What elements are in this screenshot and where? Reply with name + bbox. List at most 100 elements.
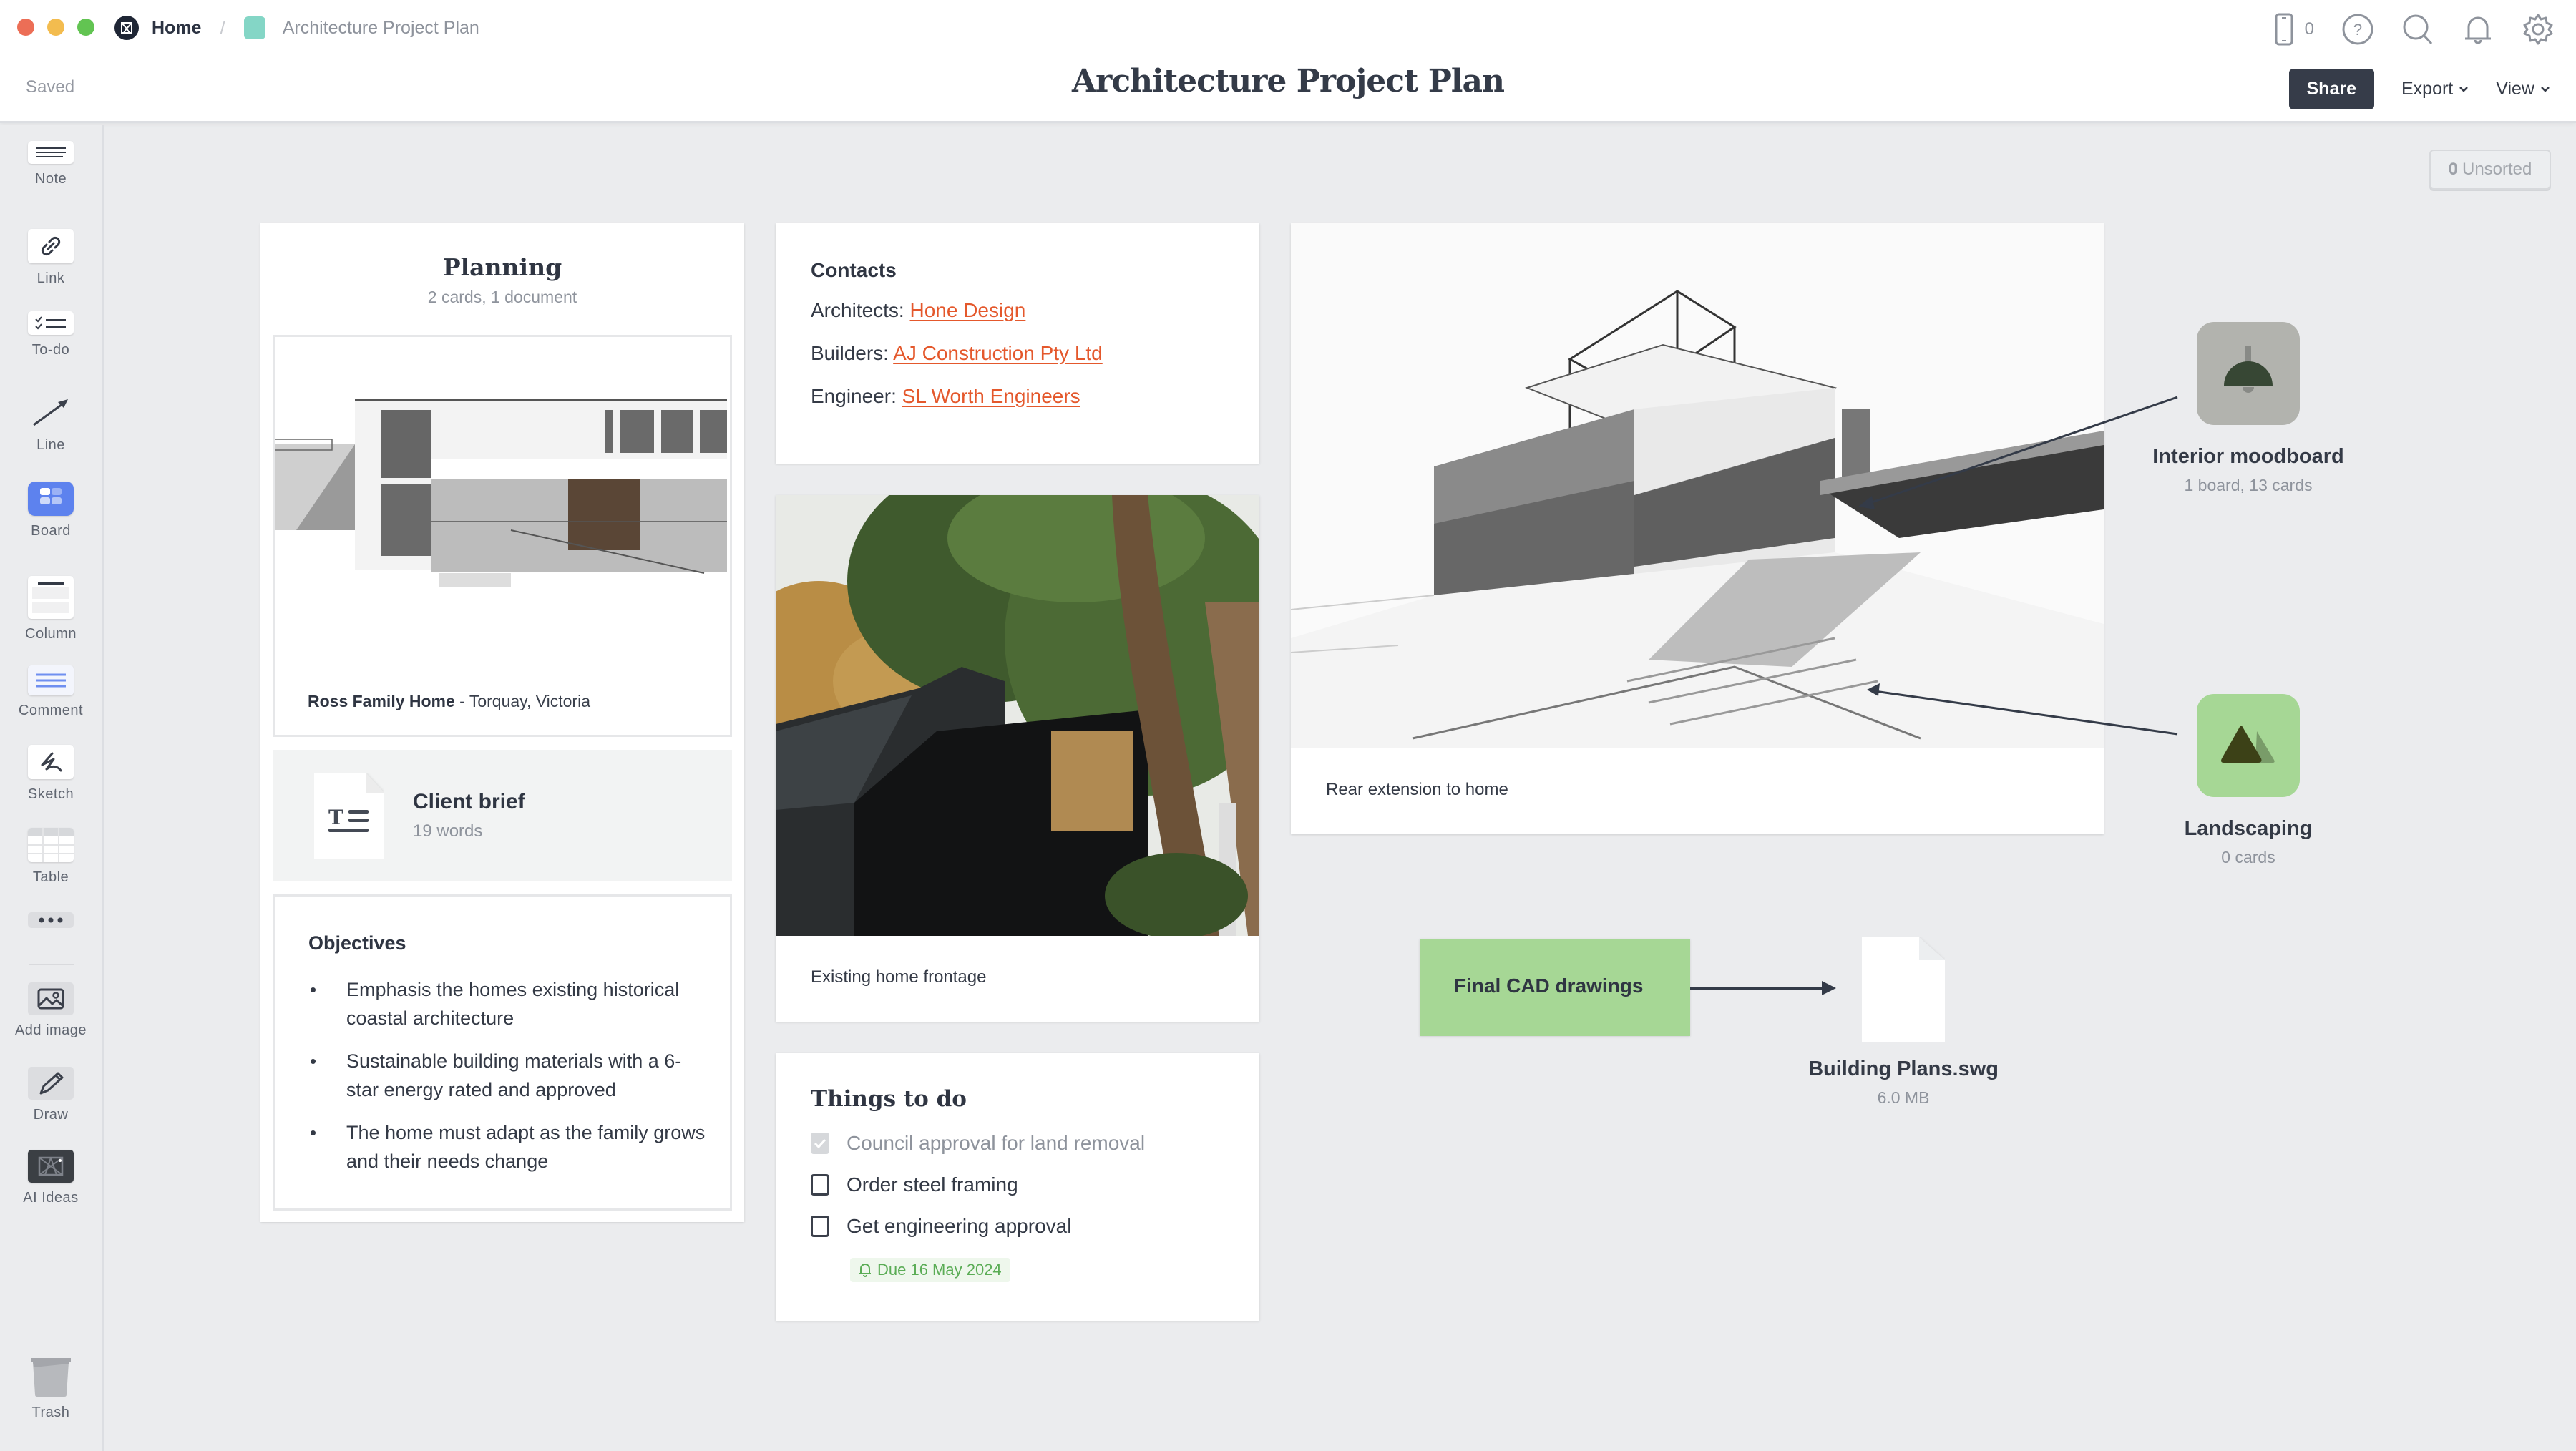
tool-label: Board	[31, 523, 71, 539]
planning-column[interactable]: Planning 2 cards, 1 document Ross Family…	[260, 223, 744, 1222]
board-title: Landscaping	[2184, 817, 2313, 840]
file-name: Building Plans.swg	[1808, 1057, 1999, 1080]
board-meta: 0 cards	[2221, 848, 2275, 866]
breadcrumb-current-board[interactable]: Architecture Project Plan	[283, 18, 479, 39]
board-color-icon	[243, 16, 265, 39]
image-icon	[28, 982, 74, 1015]
checkbox-unchecked[interactable]	[811, 1174, 829, 1196]
line-arrow-icon	[28, 396, 74, 430]
tool-label: Comment	[18, 703, 84, 718]
close-window-button[interactable]	[17, 19, 34, 36]
landscaping-board[interactable]: Landscaping 0 cards	[2111, 694, 2386, 867]
objectives-list: Emphasis the homes existing historical c…	[308, 975, 709, 1190]
page-title[interactable]: Architecture Project Plan	[0, 63, 2576, 99]
tool-label: Column	[25, 626, 77, 642]
tool-todo[interactable]: To-do	[0, 311, 102, 358]
things-to-do-list[interactable]: Things to do Council approval for land r…	[776, 1053, 1259, 1321]
contact-link-builders[interactable]: AJ Construction Pty Ltd	[893, 342, 1103, 364]
contacts-note[interactable]: Contacts Architects: Hone Design Builder…	[776, 223, 1259, 464]
top-icons: 0 ?	[2268, 13, 2555, 46]
tool-comment[interactable]: Comment	[0, 665, 102, 719]
unsorted-count: 0	[2448, 160, 2458, 179]
due-date-text: Due 16 May 2024	[877, 1261, 1002, 1279]
checkbox-unchecked[interactable]	[811, 1216, 829, 1237]
tool-table[interactable]: Table	[0, 828, 102, 886]
tool-note[interactable]: Note	[0, 141, 102, 187]
file-size: 6.0 MB	[1877, 1088, 1930, 1107]
view-label: View	[2496, 79, 2534, 99]
unsorted-label: Unsorted	[2462, 160, 2532, 179]
bell-icon[interactable]	[2462, 13, 2494, 46]
board-tile[interactable]	[2197, 322, 2300, 425]
tool-label: Trash	[31, 1404, 70, 1420]
tool-draw[interactable]: Draw	[0, 1067, 102, 1123]
breadcrumb-separator: /	[220, 16, 225, 39]
rear-extension-image-card[interactable]: Rear extension to home	[1291, 223, 2104, 834]
todo-icon	[28, 311, 74, 335]
top-bar: Home / Architecture Project Plan Saved A…	[0, 0, 2576, 123]
todo-item: Get engineering approval	[811, 1215, 1071, 1238]
devices-button[interactable]: 0	[2268, 13, 2314, 46]
due-date-badge[interactable]: Due 16 May 2024	[850, 1258, 1010, 1282]
contact-row-engineer: Engineer: SL Worth Engineers	[811, 385, 1080, 408]
comment-icon	[28, 665, 74, 695]
client-brief-document[interactable]: T Client brief 19 words	[273, 750, 732, 881]
tool-sketch[interactable]: Sketch	[0, 745, 102, 803]
todo-text[interactable]: Order steel framing	[847, 1173, 1018, 1196]
export-menu-button[interactable]: Export	[2401, 79, 2469, 99]
contact-role: Engineer:	[811, 385, 902, 407]
tool-link[interactable]: Link	[0, 229, 102, 287]
interior-moodboard-board[interactable]: Interior moodboard 1 board, 13 cards	[2111, 322, 2386, 495]
view-menu-button[interactable]: View	[2496, 79, 2550, 99]
link-icon	[28, 229, 74, 263]
column-title[interactable]: Planning	[260, 253, 744, 281]
todo-item: Order steel framing	[811, 1173, 1018, 1196]
help-icon[interactable]: ?	[2341, 13, 2374, 46]
board-tile[interactable]	[2197, 694, 2300, 797]
contact-link-engineer[interactable]: SL Worth Engineers	[902, 385, 1080, 407]
checkbox-checked[interactable]	[811, 1133, 829, 1154]
tool-label: Draw	[33, 1107, 69, 1123]
maximize-window-button[interactable]	[77, 19, 94, 36]
existing-frontage-image-card[interactable]: Existing home frontage	[776, 495, 1259, 1022]
check-icon	[814, 1138, 826, 1148]
trash-button[interactable]: Trash	[0, 1357, 102, 1421]
breadcrumb: Home / Architecture Project Plan	[114, 13, 479, 43]
document-title: Client brief	[413, 790, 525, 814]
frontage-photo-image	[776, 495, 1259, 936]
tool-board[interactable]: Board	[0, 482, 102, 539]
tool-more[interactable]	[0, 912, 102, 928]
tool-sidebar: Note Link To-do Line Board Column Commen…	[0, 125, 104, 1451]
tool-column[interactable]: Column	[0, 576, 102, 643]
todo-item: Council approval for land removal	[811, 1132, 1145, 1155]
objective-item: Sustainable building materials with a 6-…	[308, 1047, 709, 1104]
todo-text[interactable]: Council approval for land removal	[847, 1132, 1145, 1155]
ross-family-home-image-card[interactable]: Ross Family Home - Torquay, Victoria	[273, 335, 732, 737]
chevron-down-icon	[2459, 86, 2469, 92]
board-title: Interior moodboard	[2152, 445, 2344, 468]
todo-text[interactable]: Get engineering approval	[847, 1215, 1071, 1238]
file-icon	[1862, 937, 1945, 1042]
objectives-note[interactable]: Objectives Emphasis the homes existing h…	[273, 894, 732, 1211]
building-plans-file[interactable]: Building Plans.swg 6.0 MB	[1789, 937, 2018, 1108]
milanote-logo-icon[interactable]	[114, 16, 139, 40]
contact-link-architects[interactable]: Hone Design	[909, 299, 1025, 321]
final-cad-drawings-note[interactable]: Final CAD drawings	[1420, 939, 1690, 1036]
caption-location: - Torquay, Victoria	[454, 692, 590, 710]
column-subtitle: 2 cards, 1 document	[427, 288, 577, 306]
todo-heading: Things to do	[811, 1086, 967, 1112]
search-icon[interactable]	[2401, 13, 2434, 46]
minimize-window-button[interactable]	[47, 19, 64, 36]
tool-ai-ideas[interactable]: AI Ideas	[0, 1150, 102, 1206]
tool-add-image[interactable]: Add image	[0, 982, 102, 1039]
bell-icon	[859, 1264, 871, 1277]
devices-count: 0	[2304, 19, 2314, 39]
contact-row-architects: Architects: Hone Design	[811, 299, 1025, 322]
pencil-icon	[28, 1067, 74, 1100]
share-button[interactable]: Share	[2288, 69, 2374, 109]
rear-extension-render-image	[1291, 223, 2104, 748]
settings-gear-icon[interactable]	[2522, 13, 2555, 46]
unsorted-button[interactable]: 0 Unsorted	[2429, 150, 2551, 190]
tool-line[interactable]: Line	[0, 396, 102, 454]
breadcrumb-home[interactable]: Home	[152, 18, 201, 39]
